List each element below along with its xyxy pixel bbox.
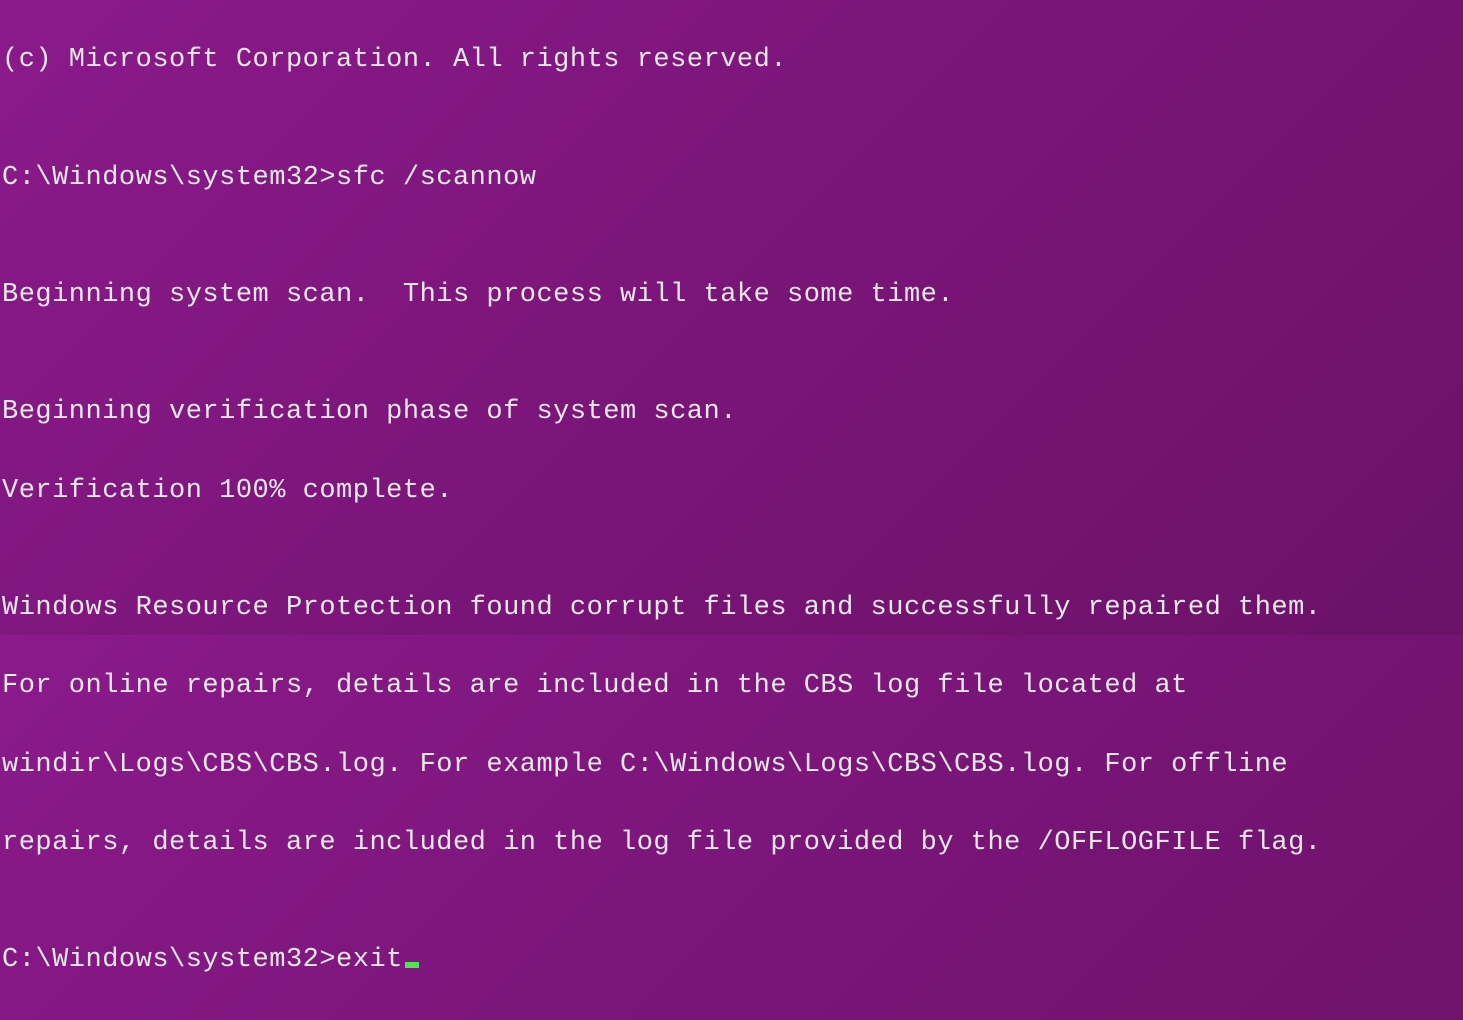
terminal-output-line: repairs, details are included in the log… <box>2 824 1463 863</box>
terminal-output-line: Beginning system scan. This process will… <box>2 276 1463 315</box>
terminal-prompt-and-command: C:\Windows\system32>exit <box>2 945 403 975</box>
terminal-output-line: Beginning verification phase of system s… <box>2 393 1463 432</box>
cursor-icon <box>405 962 419 968</box>
terminal-output-line: Verification 100% complete. <box>2 472 1463 511</box>
terminal-command-line: C:\Windows\system32>sfc /scannow <box>2 159 1463 198</box>
terminal-output-line: For online repairs, details are included… <box>2 667 1463 706</box>
terminal-current-line[interactable]: C:\Windows\system32>exit <box>2 941 1463 980</box>
terminal-output-line: windir\Logs\CBS\CBS.log. For example C:\… <box>2 746 1463 785</box>
terminal-output-line: Windows Resource Protection found corrup… <box>2 589 1463 628</box>
terminal-output-line: (c) Microsoft Corporation. All rights re… <box>2 41 1463 80</box>
terminal-window[interactable]: (c) Microsoft Corporation. All rights re… <box>0 0 1463 1020</box>
